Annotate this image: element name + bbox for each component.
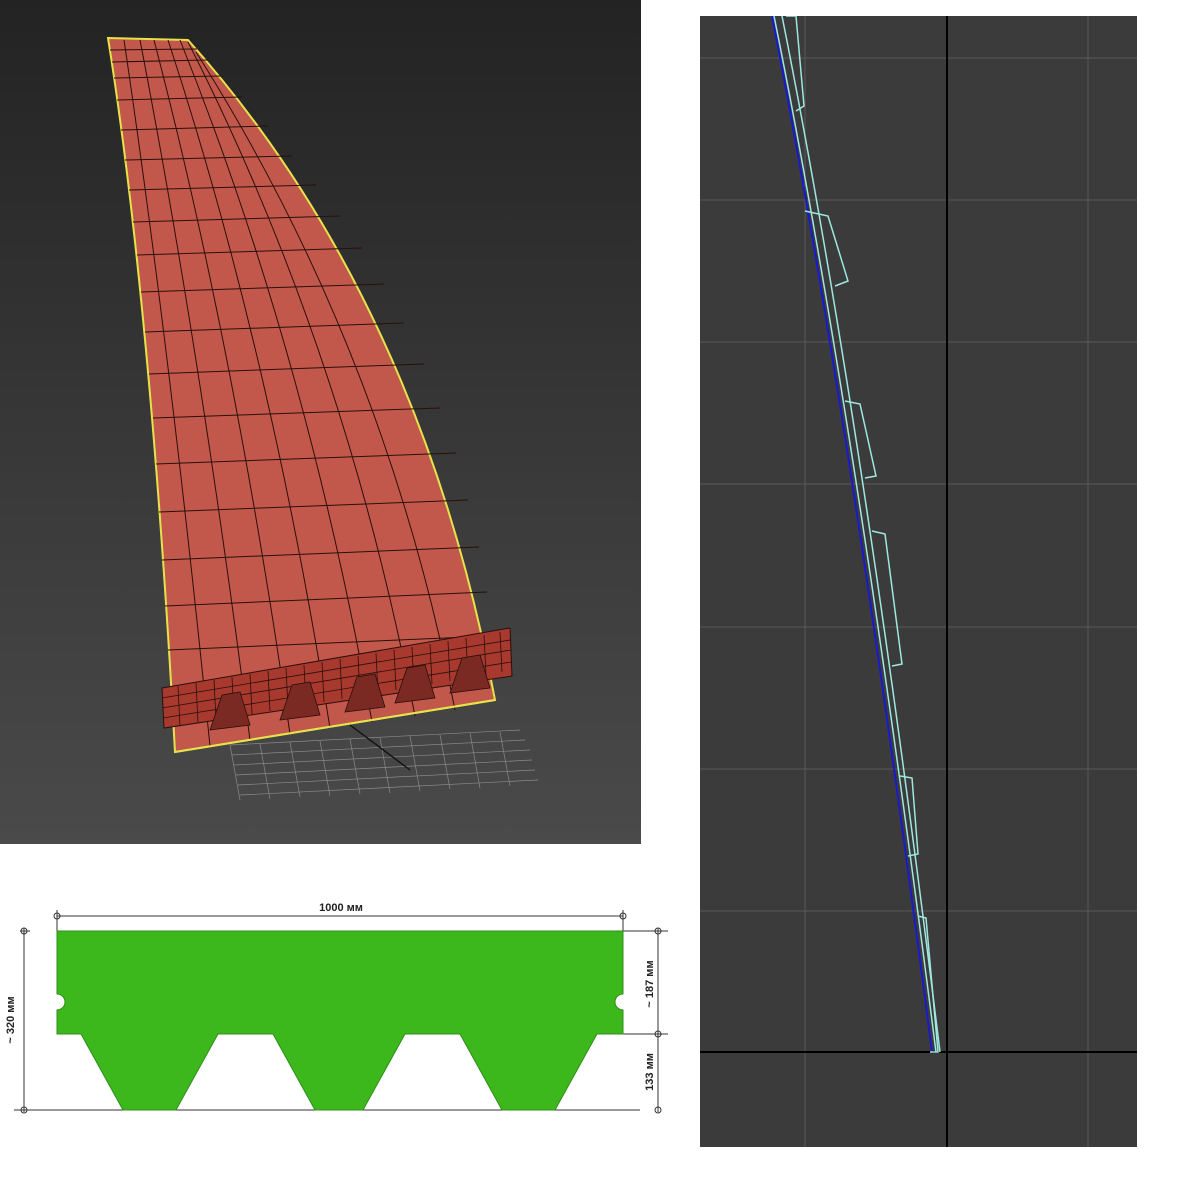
tab-height-label: 133 мм (644, 1053, 656, 1091)
side-viewport[interactable] (700, 16, 1137, 1147)
shingle-dimension-drawing: 1000 мм ~ 320 мм ~ 187 мм 133 мм (0, 880, 690, 1180)
total-height-label: ~ 320 мм (5, 996, 17, 1043)
shingle-drawing-canvas: 1000 мм ~ 320 мм ~ 187 мм 133 мм (5, 902, 668, 1114)
perspective-viewport[interactable] (0, 0, 641, 844)
roof-spline[interactable] (771, 16, 933, 1053)
world-axes (700, 16, 1137, 1147)
width-label: 1000 мм (319, 902, 363, 914)
perspective-canvas[interactable] (0, 0, 641, 844)
upper-height-label: ~ 187 мм (644, 960, 656, 1007)
side-canvas[interactable] (700, 16, 1137, 1147)
shingle-shape (56, 930, 624, 1111)
shingle-profile[interactable] (773, 16, 941, 1053)
viewport-grid (700, 16, 1137, 1147)
